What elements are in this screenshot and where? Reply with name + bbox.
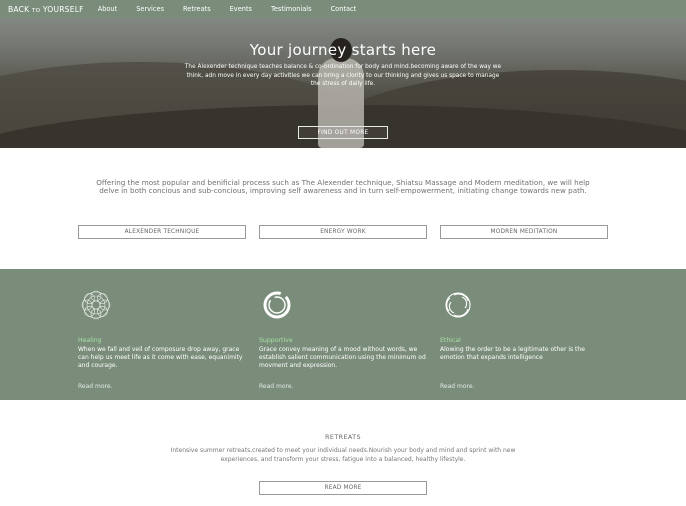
read-more-link-ethical[interactable]: Read more. xyxy=(440,383,474,390)
ring-icon xyxy=(263,291,291,319)
nav-item-events[interactable]: Events xyxy=(230,5,252,13)
feature-text-supportive: Grace convey meaning of a mood without w… xyxy=(259,346,426,370)
logo-word-yourself: YOURSELF xyxy=(42,4,84,14)
intro-paragraph: Offering the most popular and benificial… xyxy=(96,178,590,196)
hero-title: Your journey starts here xyxy=(249,41,437,59)
retreats-description: Intensive summer retreats,created to mee… xyxy=(170,447,516,463)
retreats-heading: RETREATS xyxy=(325,433,361,441)
feature-text-ethical: Alowing the order to be a legitimate oth… xyxy=(440,346,585,362)
read-more-button[interactable]: READ MORE xyxy=(259,481,427,495)
nav-menu: About Services Retreats Events Testimoni… xyxy=(98,5,376,13)
modren-meditation-button[interactable]: MODREN MEDITATION xyxy=(440,225,608,239)
hero-description: The Alexender technique teaches balance … xyxy=(184,64,502,88)
hero-section: Your journey starts here The Alexender t… xyxy=(0,0,686,148)
logo-word-back: BACK xyxy=(8,4,30,14)
site-logo[interactable]: BACK TO YOURSELF xyxy=(8,5,84,14)
energy-work-button[interactable]: ENERGY WORK xyxy=(259,225,427,239)
read-more-link-healing[interactable]: Read more. xyxy=(78,383,112,390)
find-out-more-button[interactable]: FIND OUT MORE xyxy=(298,126,388,139)
top-navbar: BACK TO YOURSELF About Services Retreats… xyxy=(0,0,686,18)
nav-item-testimonials[interactable]: Testimonials xyxy=(271,5,312,13)
feature-title-healing: Healing xyxy=(78,337,102,344)
nav-item-services[interactable]: Services xyxy=(136,5,164,13)
nav-item-about[interactable]: About xyxy=(98,5,118,13)
features-section: Healing When we fall and veil of composu… xyxy=(0,269,686,400)
read-more-link-supportive[interactable]: Read more. xyxy=(259,383,293,390)
logo-word-to: TO xyxy=(31,7,41,14)
feature-title-ethical: Ethical xyxy=(440,337,461,344)
nav-item-retreats[interactable]: Retreats xyxy=(183,5,211,13)
swirl-icon xyxy=(445,292,471,318)
alexender-technique-button[interactable]: ALEXENDER TECHNIQUE xyxy=(78,225,246,239)
mandala-icon xyxy=(81,290,111,320)
feature-title-supportive: Supportive xyxy=(259,337,293,344)
nav-item-contact[interactable]: Contact xyxy=(331,5,357,13)
feature-text-healing: When we fall and veil of composure drop … xyxy=(78,346,243,370)
